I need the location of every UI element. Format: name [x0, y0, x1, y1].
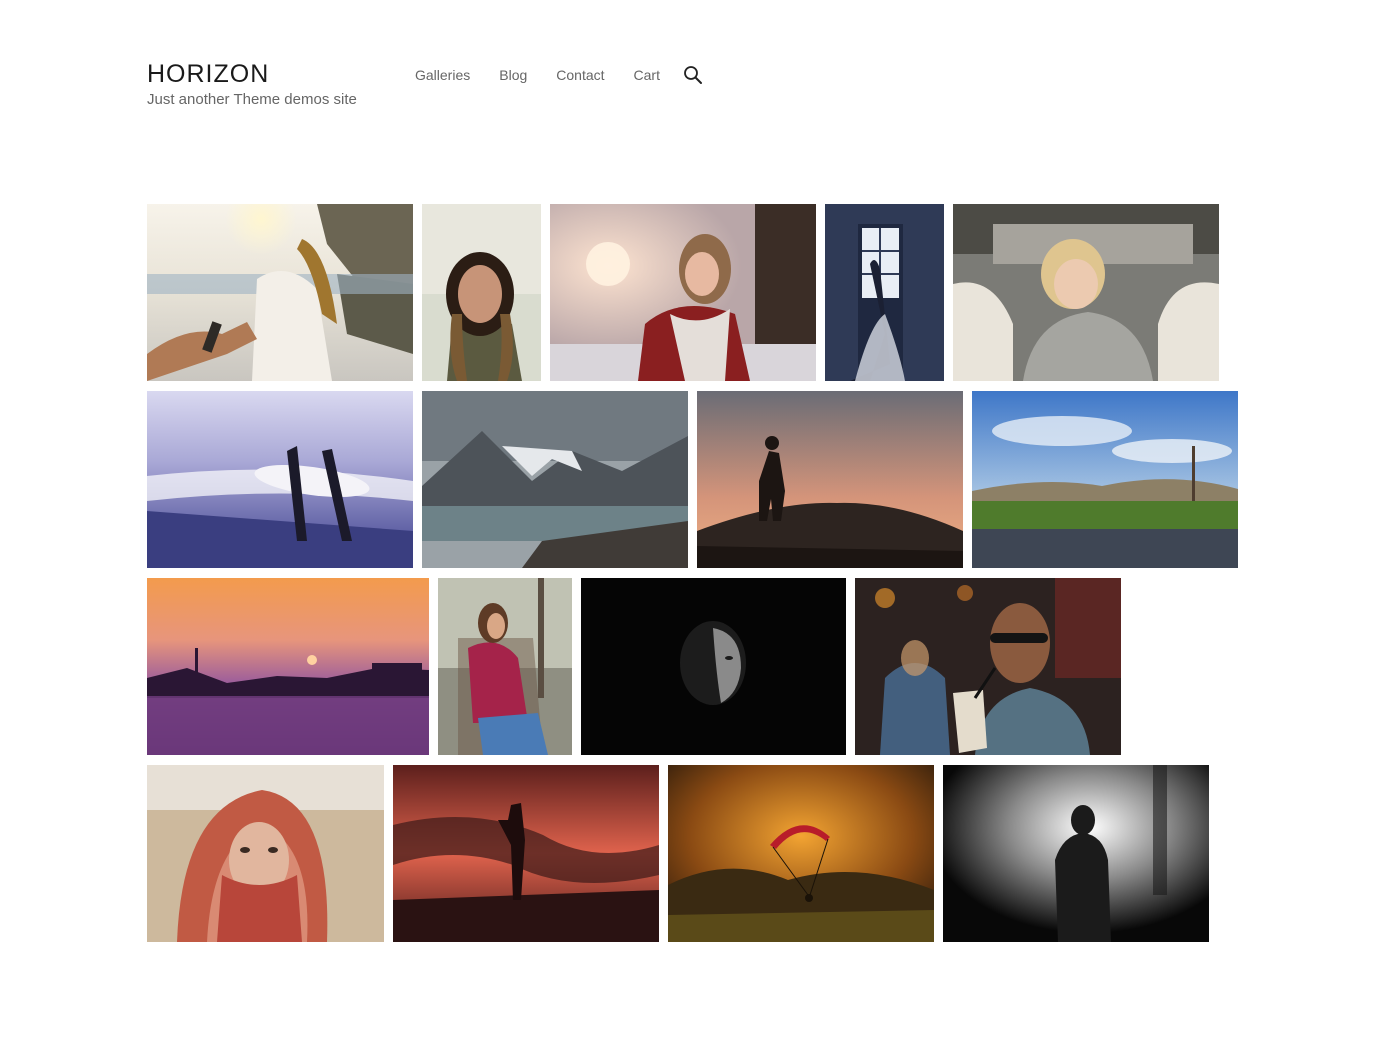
gallery-row: [147, 578, 1253, 755]
nav-item-cart[interactable]: Cart: [634, 65, 660, 85]
site-title[interactable]: HORIZON: [147, 58, 357, 90]
mountain-lake-photo[interactable]: [422, 391, 688, 568]
vineyard-road-photo[interactable]: [972, 391, 1238, 568]
bride-window-photo[interactable]: [825, 204, 944, 381]
nav-item-contact[interactable]: Contact: [556, 65, 604, 85]
woman-winter-scarf-photo[interactable]: [550, 204, 816, 381]
man-sunglasses-drink-photo[interactable]: [855, 578, 1121, 755]
red-sky-silhouette-photo[interactable]: [393, 765, 659, 942]
search-icon[interactable]: [683, 65, 703, 85]
hiker-silhouette-photo[interactable]: [697, 391, 963, 568]
paraglider-photo[interactable]: [668, 765, 934, 942]
gallery-row: [147, 204, 1253, 381]
gallery-row: [147, 391, 1253, 568]
woman-portrait-photo[interactable]: [422, 204, 541, 381]
site-header: HORIZON Just another Theme demos site Ga…: [147, 58, 1253, 118]
photo-gallery: [147, 204, 1253, 952]
surfers-beach-photo[interactable]: [147, 391, 413, 568]
woman-headscarf-photo[interactable]: [147, 765, 384, 942]
woman-red-sweater-photo[interactable]: [438, 578, 572, 755]
foggy-figure-photo[interactable]: [943, 765, 1209, 942]
site-description: Just another Theme demos site: [147, 91, 357, 108]
purple-sunset-harbor-photo[interactable]: [147, 578, 429, 755]
dark-face-portrait-photo[interactable]: [581, 578, 846, 755]
blonde-woman-smiling-photo[interactable]: [953, 204, 1219, 381]
nav-item-blog[interactable]: Blog: [499, 65, 527, 85]
gallery-row: [147, 765, 1253, 942]
site-branding: HORIZON Just another Theme demos site: [147, 58, 357, 110]
beach-hand-hold-photo[interactable]: [147, 204, 413, 381]
nav-item-galleries[interactable]: Galleries: [415, 65, 470, 85]
main-navigation: Galleries Blog Contact Cart: [415, 65, 703, 85]
